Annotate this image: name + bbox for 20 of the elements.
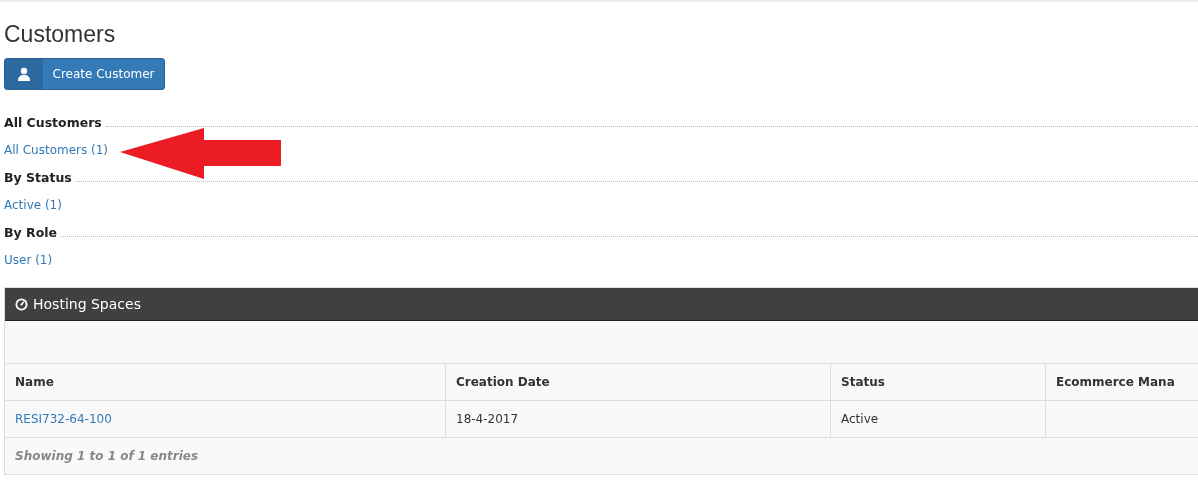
user-icon [17,67,31,81]
column-header: Status [830,364,1045,400]
hosting-space-link[interactable]: RESI732-64-100 [15,412,112,426]
arrow-icon [120,128,282,180]
create-customer-button[interactable]: Create Customer [4,58,165,90]
filter-link[interactable]: Active (1) [4,197,62,213]
filter-group-title: By Status [4,170,72,185]
column-header: Ecommerce Mana [1045,364,1198,400]
column-header: Creation Date [445,364,830,400]
filter-group-title: All Customers [4,115,102,130]
column-header: Name [14,374,55,391]
entries-info: Showing 1 to 1 of 1 entries [15,449,199,463]
filter-group-title: By Role [4,225,57,240]
panel-title: Hosting Spaces [33,296,141,312]
filter-link[interactable]: All Customers (1) [4,142,109,158]
table-cell: 18-4-2017 [456,412,519,426]
page-title: Customers [4,20,117,48]
filter-link[interactable]: User (1) [4,252,53,268]
dashboard-icon [15,297,28,311]
table-cell: Active [841,412,879,426]
